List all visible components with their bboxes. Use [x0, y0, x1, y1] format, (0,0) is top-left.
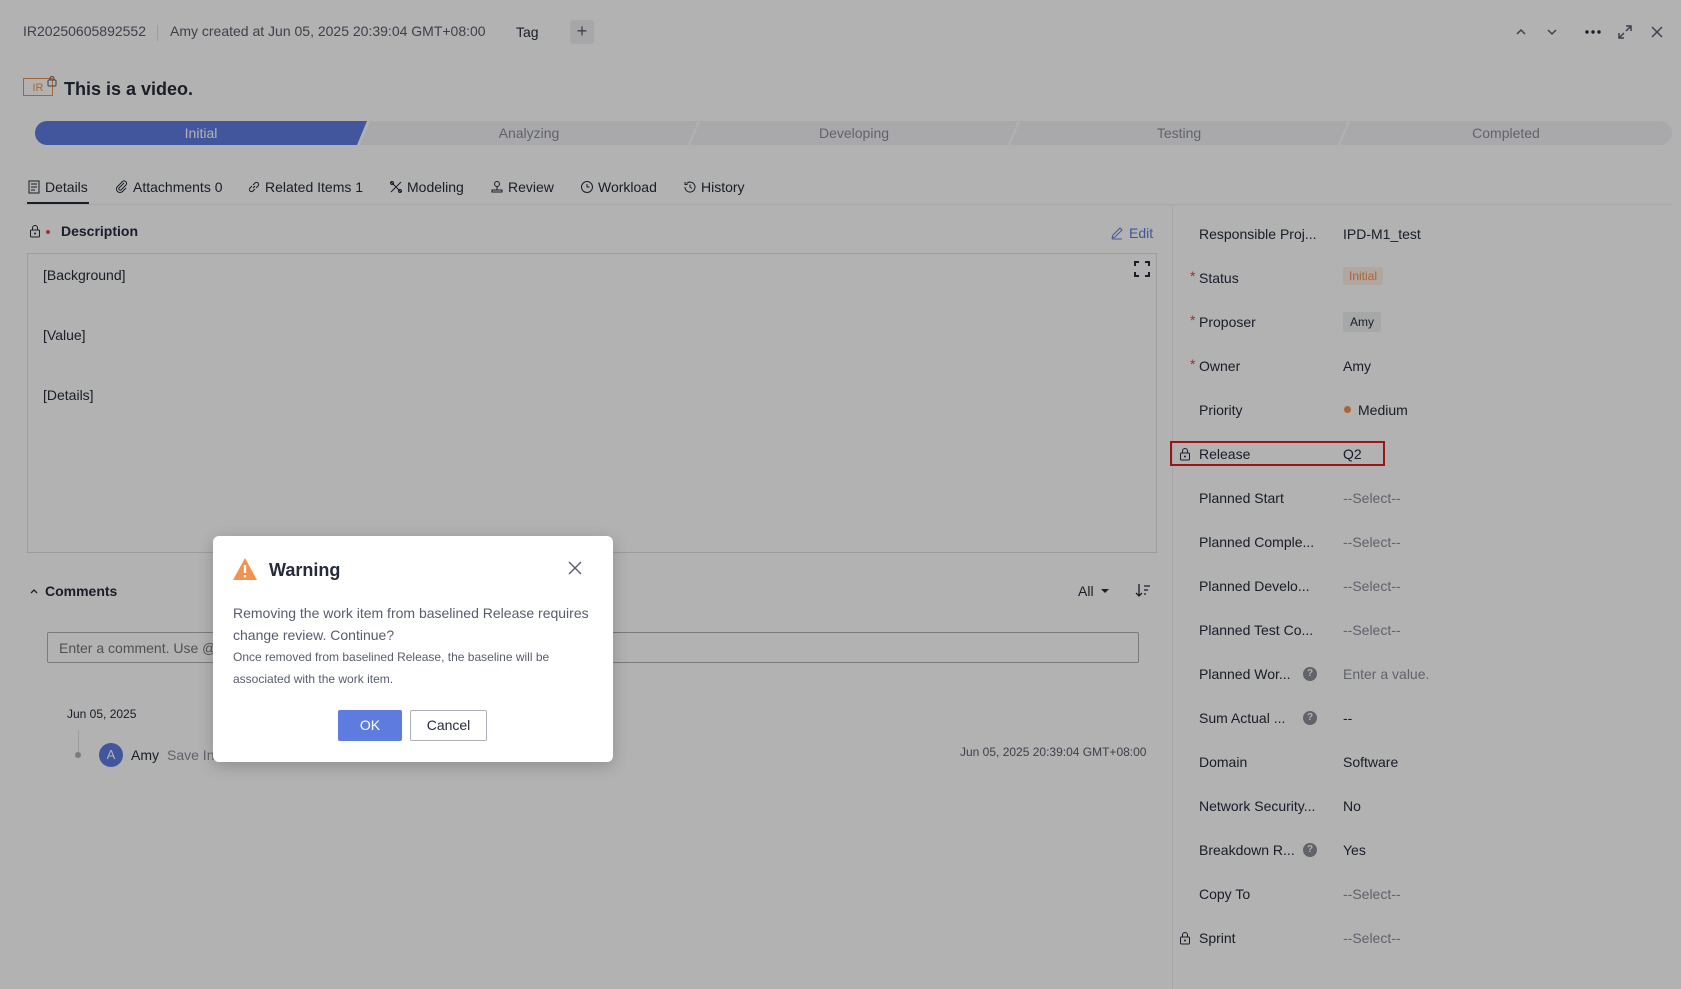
- modal-overlay[interactable]: [0, 0, 1681, 989]
- dialog-message: Removing the work item from baselined Re…: [233, 605, 589, 643]
- dialog-title: Warning: [269, 560, 341, 580]
- dialog-sub-message: Once removed from baselined Release, the…: [233, 650, 550, 686]
- cancel-button[interactable]: Cancel: [410, 710, 487, 741]
- warning-dialog: Warning Removing the work item from base…: [213, 536, 613, 762]
- warning-icon: [232, 557, 258, 581]
- ok-button[interactable]: OK: [338, 710, 402, 741]
- close-icon[interactable]: [567, 560, 583, 576]
